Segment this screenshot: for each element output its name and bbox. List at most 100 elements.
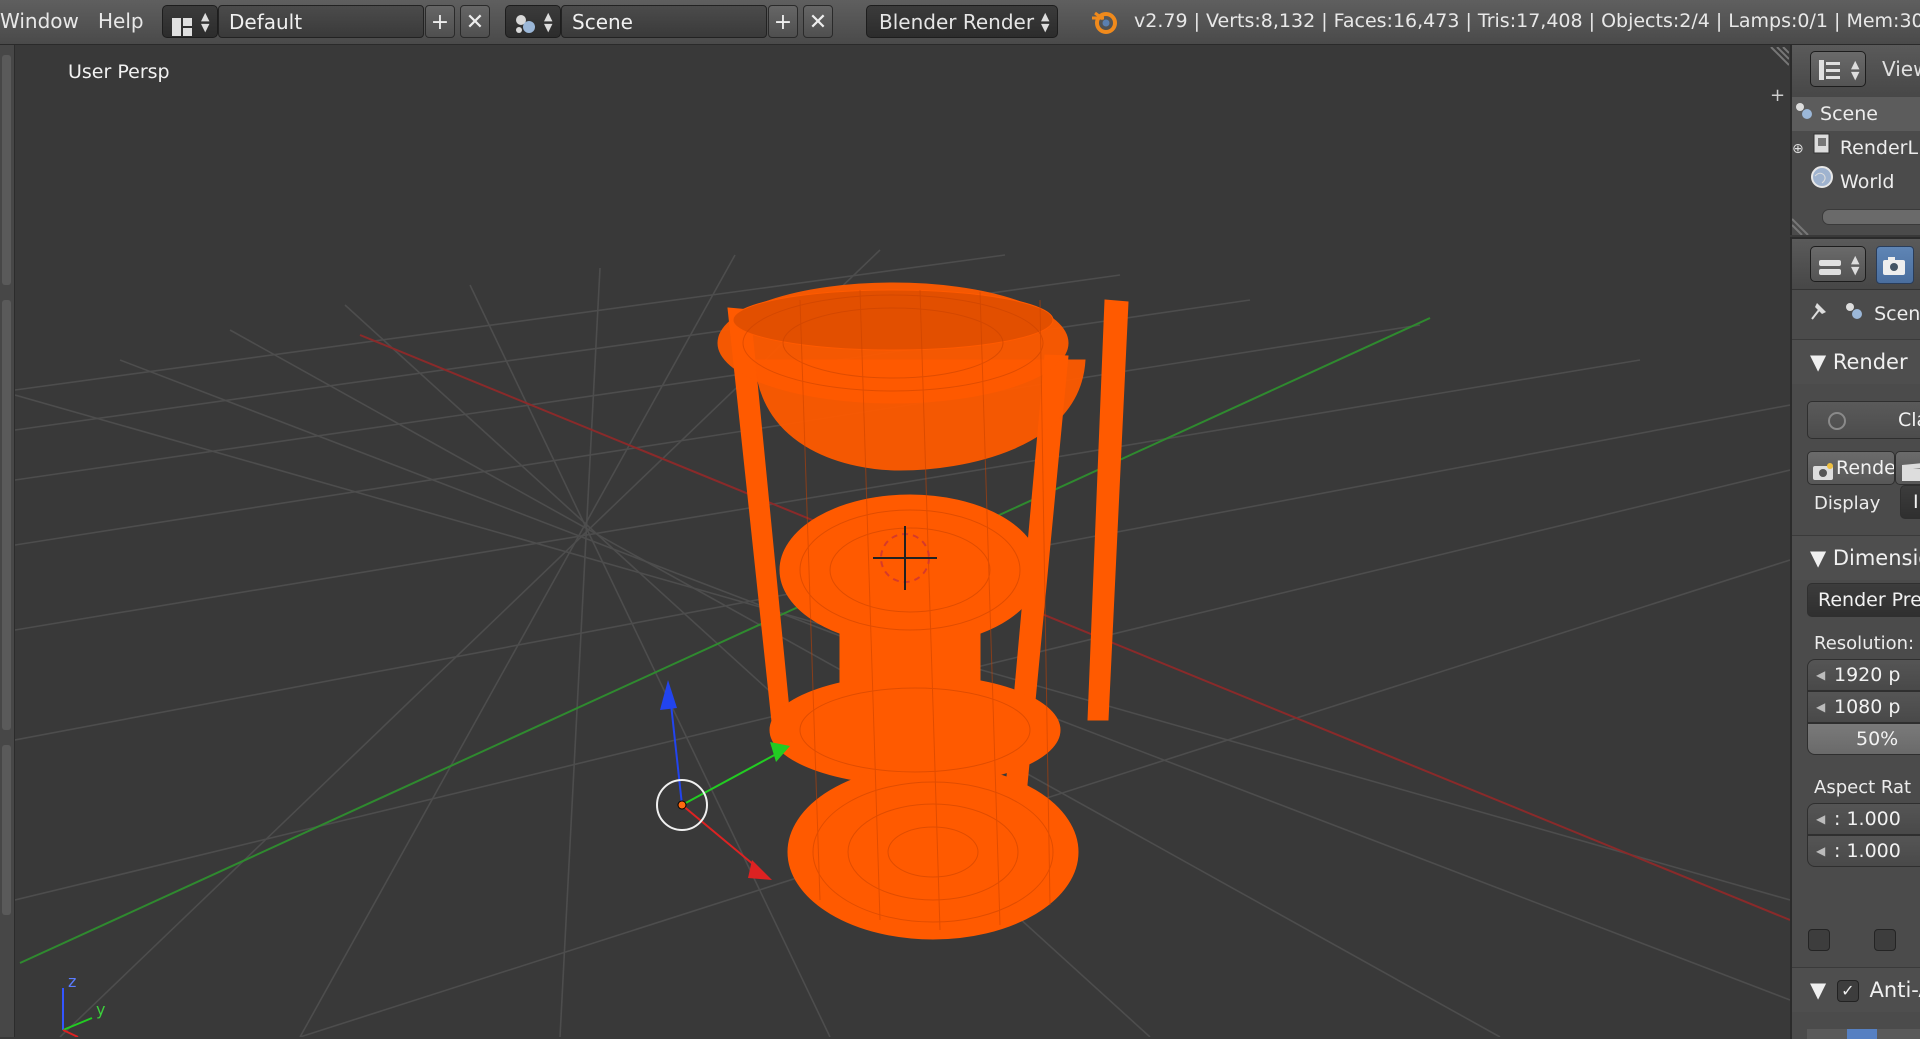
properties-header: ▲ ▼ — [1792, 239, 1920, 290]
outliner-item-scene[interactable]: Scene — [1792, 97, 1920, 131]
scene-selector[interactable]: ▲ ▼ — [505, 5, 561, 38]
collapse-arrow-icon: ▼ — [1810, 978, 1827, 1002]
collapse-arrow-icon: ▼ — [1810, 350, 1827, 374]
chevron-left-icon[interactable]: ◀ — [1816, 804, 1825, 834]
properties-panel: ▲▼ Scen ▼ Render Cla Rende Display I ▼ D… — [1790, 237, 1920, 1039]
chevron-left-icon[interactable]: ◀ — [1816, 836, 1825, 866]
antialiasing-panel-header[interactable]: ▼ ✓ Anti-A — [1792, 967, 1920, 1012]
resolution-percentage-slider[interactable]: 50% — [1807, 723, 1920, 755]
aspect-y-field[interactable]: ◀ : 1.000 — [1807, 835, 1920, 867]
3d-viewport[interactable]: User Persp z y + — [15, 45, 1790, 1037]
outliner-editor-type-button[interactable]: ▲ ▼ — [1810, 51, 1866, 87]
aspect-x-field[interactable]: ◀ : 1.000 — [1807, 803, 1920, 835]
toolshelf-tab[interactable] — [2, 300, 11, 730]
render-animation-button[interactable] — [1895, 451, 1920, 485]
world-icon — [1810, 165, 1834, 200]
dimensions-panel-header[interactable]: ▼ Dimensio — [1792, 535, 1920, 580]
axis-z-label: z — [68, 972, 76, 991]
chevron-updown-icon: ▲ ▼ — [1851, 58, 1860, 82]
outliner-icon — [1819, 60, 1841, 84]
transform-gizmo[interactable] — [656, 680, 790, 880]
resolution-label: Resolution: — [1814, 633, 1915, 654]
context-scene-label: Scen — [1874, 303, 1920, 325]
close-icon: ✕ — [808, 10, 828, 35]
outliner-item-world[interactable]: World — [1792, 165, 1920, 199]
axis-y-label: y — [96, 1000, 105, 1019]
resolution-x-field[interactable]: ◀ 1920 p — [1807, 659, 1920, 691]
plus-icon: + — [430, 10, 450, 35]
viewport-scene: z y — [15, 249, 1790, 1037]
render-engine-dropdown[interactable]: Blender Render ▲ ▼ — [866, 5, 1058, 38]
resolution-y-field[interactable]: ◀ 1080 p — [1807, 691, 1920, 723]
toolshelf-tab[interactable] — [2, 745, 11, 915]
screen-layout-selector[interactable]: ▲ ▼ — [162, 5, 218, 38]
render-panel-title: Render — [1832, 350, 1908, 374]
sample-button-active[interactable] — [1847, 1029, 1877, 1039]
render-layers-icon — [1810, 132, 1834, 166]
properties-context-breadcrumb: Scen — [1792, 297, 1920, 331]
blender-logo-icon — [1090, 8, 1118, 36]
chevron-updown-icon: ▲ ▼ — [201, 10, 210, 34]
outliner-item-renderlayers[interactable]: ⊕ RenderL — [1792, 131, 1920, 165]
aspect-ratio-label: Aspect Rat — [1814, 777, 1912, 798]
info-header: Window Help ▲ ▼ Default + ✕ ▲ ▼ Scene + ✕ … — [0, 0, 1920, 45]
outliner-item-label: World — [1840, 171, 1895, 193]
outliner-item-label: RenderL — [1839, 137, 1919, 159]
menu-help[interactable]: Help — [98, 5, 144, 38]
hourglass-wireframe[interactable] — [717, 282, 1129, 940]
toolshelf-tab[interactable] — [2, 55, 11, 285]
chevron-updown-icon: ▲ ▼ — [1851, 253, 1860, 277]
scene-statistics: v2.79 | Verts:8,132 | Faces:16,473 | Tri… — [1134, 10, 1920, 32]
properties-toggle-plus-icon[interactable]: + — [1770, 85, 1785, 106]
display-mode-dropdown[interactable]: I — [1900, 485, 1920, 519]
scene-icon — [1794, 98, 1814, 132]
camera-icon — [1883, 256, 1907, 280]
pin-icon[interactable] — [1808, 298, 1830, 332]
outliner-panel: ▲▼ View Scene ⊕ RenderL World — [1790, 45, 1920, 235]
tab-render[interactable] — [1876, 246, 1914, 284]
chevron-updown-icon: ▲ ▼ — [544, 10, 553, 34]
outliner-scrollbar[interactable] — [1822, 209, 1920, 225]
delete-layout-button[interactable]: ✕ — [460, 5, 490, 38]
region-resize-corner[interactable] — [1792, 215, 1812, 235]
clapperboard-icon — [1902, 459, 1920, 484]
toolshelf-edge[interactable] — [0, 45, 15, 1037]
plus-icon: + — [773, 10, 793, 35]
region-resize-corner[interactable] — [1767, 47, 1789, 67]
outliner-item-label: Scene — [1820, 103, 1878, 125]
display-label: Display — [1814, 493, 1881, 514]
properties-editor-type-button[interactable]: ▲ ▼ — [1810, 246, 1866, 282]
render-image-button[interactable]: Rende — [1807, 451, 1895, 485]
outliner-header: ▲▼ View — [1792, 45, 1920, 98]
scene-icon — [514, 12, 536, 34]
x-axis-line — [359, 334, 1790, 921]
toggle-circle-icon — [1828, 412, 1846, 430]
chevron-updown-icon: ▲ ▼ — [1041, 10, 1050, 34]
antialiasing-panel-title: Anti-A — [1869, 978, 1920, 1002]
dimensions-panel-title: Dimensio — [1832, 546, 1920, 570]
crop-checkbox[interactable] — [1874, 929, 1896, 951]
scene-field[interactable]: Scene — [561, 5, 767, 38]
layout-grid-icon — [172, 13, 192, 36]
close-icon: ✕ — [465, 10, 485, 35]
clay-render-toggle[interactable]: Cla — [1807, 401, 1920, 439]
expand-icon[interactable]: ⊕ — [1792, 132, 1804, 166]
delete-scene-button[interactable]: ✕ — [803, 5, 833, 38]
y-axis-line — [19, 317, 1431, 964]
menu-window[interactable]: Window — [0, 5, 79, 38]
sample-buttons-row[interactable] — [1807, 1029, 1920, 1039]
collapse-arrow-icon: ▼ — [1810, 546, 1827, 570]
render-panel-header[interactable]: ▼ Render — [1792, 339, 1920, 384]
chevron-left-icon[interactable]: ◀ — [1816, 660, 1825, 690]
add-scene-button[interactable]: + — [768, 5, 798, 38]
render-engine-label: Blender Render — [879, 10, 1035, 34]
border-checkbox[interactable] — [1808, 929, 1830, 951]
properties-icon — [1819, 257, 1841, 281]
checkbox-checked-icon[interactable]: ✓ — [1836, 980, 1859, 1002]
screen-layout-field[interactable]: Default — [218, 5, 424, 38]
render-camera-icon — [1813, 459, 1835, 484]
chevron-left-icon[interactable]: ◀ — [1816, 692, 1825, 722]
render-presets-dropdown[interactable]: Render Pres — [1807, 583, 1920, 617]
outliner-view-menu[interactable]: View — [1882, 57, 1920, 81]
add-layout-button[interactable]: + — [425, 5, 455, 38]
